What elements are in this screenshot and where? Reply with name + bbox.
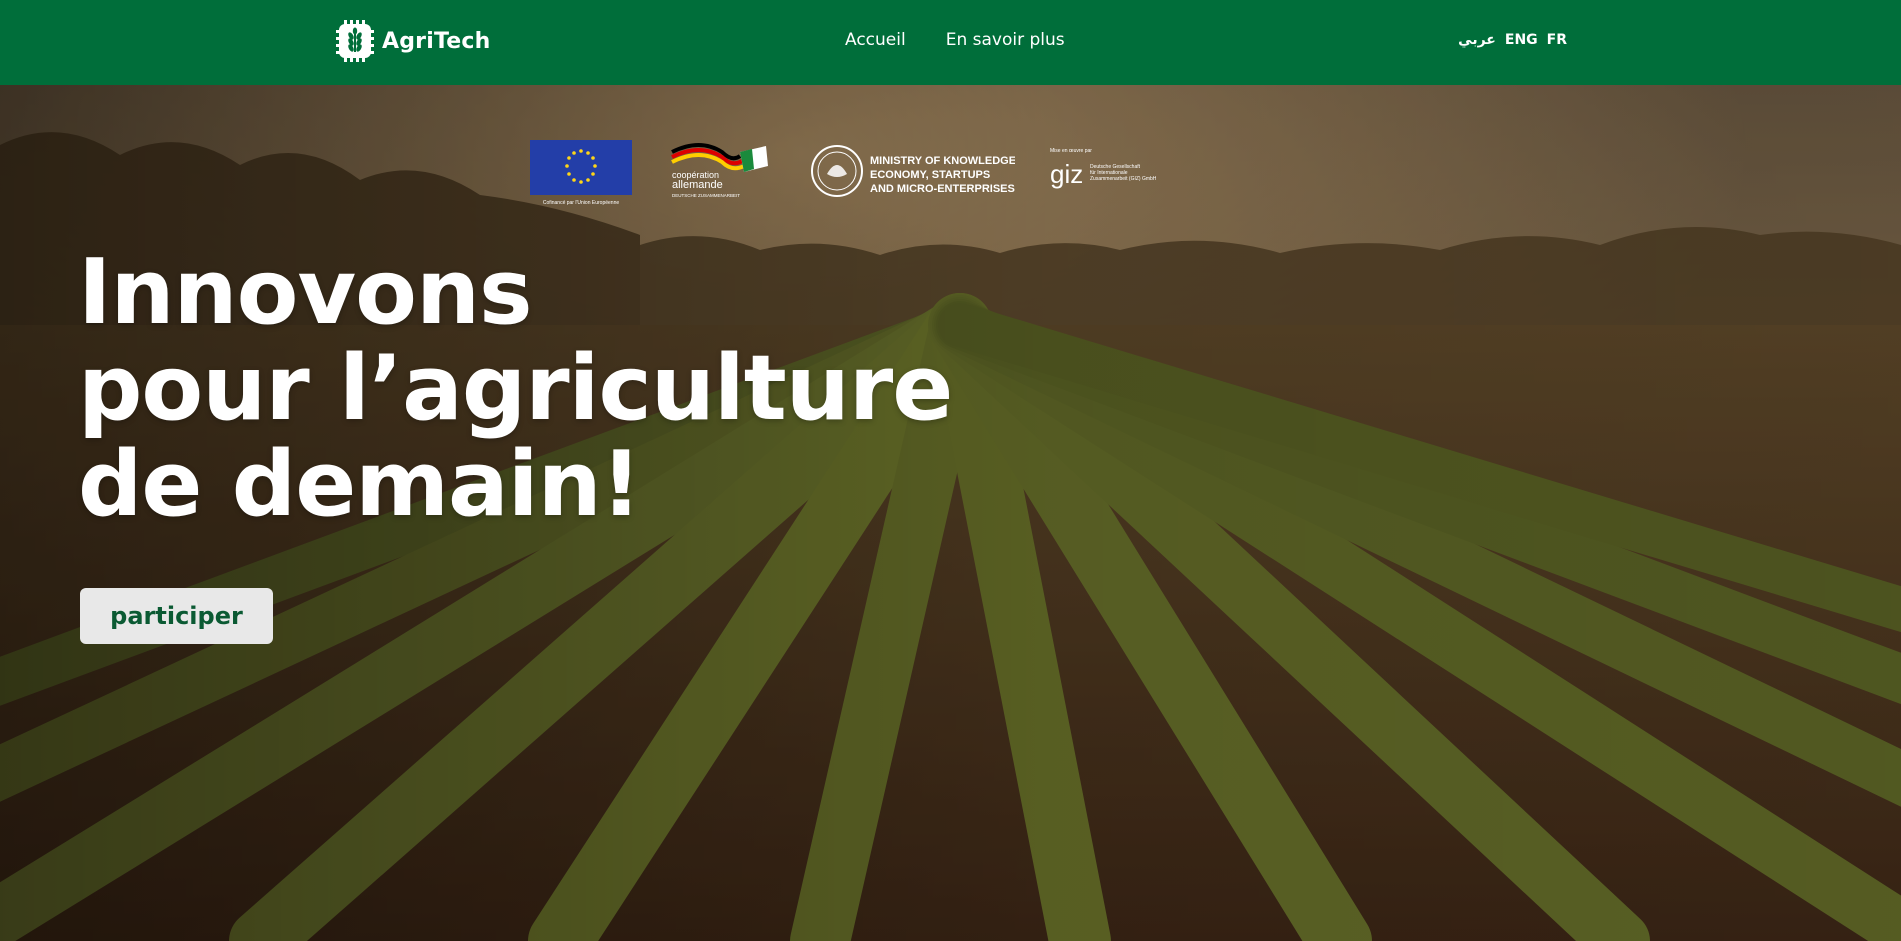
brand-logo[interactable]: AgriTech <box>336 20 490 62</box>
eu-caption: Cofinancé par l'Union Européenne <box>543 200 620 206</box>
lang-french-link[interactable]: FR <box>1547 32 1567 48</box>
cooperation-line2: allemande <box>672 179 723 191</box>
giz-mark: giz <box>1050 159 1083 189</box>
ministry-logo: MINISTRY OF KNOWLEDGE ECONOMY, STARTUPS … <box>810 140 1016 206</box>
nav-link-accueil[interactable]: Accueil <box>845 30 906 50</box>
lang-arabic-link[interactable]: عربي <box>1458 32 1496 48</box>
eu-logo: Cofinancé par l'Union Européenne <box>530 140 632 210</box>
top-navigation-bar: AgriTech Accueil En savoir plus عربي ENG… <box>0 0 1901 85</box>
brand-name: AgriTech <box>382 28 491 54</box>
hero-section: Cofinancé par l'Union Européenne coopéra… <box>0 85 1901 941</box>
ministry-line2: ECONOMY, STARTUPS <box>870 169 990 181</box>
cooperation-line3: DEUTSCHE ZUSAMMENARBEIT <box>672 193 740 198</box>
headline-line-2: pour l’agriculture <box>78 336 953 441</box>
giz-logo: Mise en œuvre par giz Deutsche Gesellsch… <box>1050 140 1160 206</box>
ministry-line3: AND MICRO-ENTERPRISES <box>870 183 1015 195</box>
giz-line3: Zusammenarbeit (GIZ) GmbH <box>1090 176 1157 182</box>
hero-headline: Innovons pour l’agriculture de demain! <box>78 240 953 537</box>
headline-line-3: de demain! <box>78 432 642 537</box>
nav-link-en-savoir-plus[interactable]: En savoir plus <box>946 30 1065 50</box>
language-switcher: عربي ENG FR <box>1458 32 1567 48</box>
giz-pre: Mise en œuvre par <box>1050 148 1092 154</box>
lang-english-link[interactable]: ENG <box>1505 32 1538 48</box>
participer-button[interactable]: participer <box>80 588 273 644</box>
headline-line-1: Innovons <box>78 240 533 345</box>
cooperation-allemande-logo: coopération allemande DEUTSCHE ZUSAMMENA… <box>670 140 770 206</box>
wheat-chip-icon <box>336 20 374 62</box>
ministry-line1: MINISTRY OF KNOWLEDGE <box>870 155 1015 167</box>
main-nav: Accueil En savoir plus <box>845 30 1065 50</box>
